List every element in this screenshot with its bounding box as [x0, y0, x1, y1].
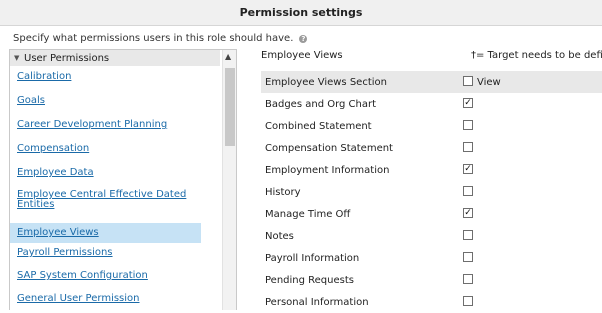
permission-row: Notes — [261, 225, 602, 247]
question-circle-icon[interactable]: ? — [299, 34, 308, 43]
permission-row: Payroll Information — [261, 247, 602, 269]
permission-label: Personal Information — [265, 296, 369, 308]
permission-row: Pending Requests — [261, 269, 602, 291]
scroll-up-icon[interactable]: ▲ — [225, 52, 231, 61]
permission-label: Combined Statement — [265, 120, 372, 132]
permission-row: Badges and Org Chart ✓ — [261, 93, 602, 115]
description-text: Specify what permissions users in this r… — [13, 33, 308, 44]
permission-row: History — [261, 181, 602, 203]
permission-checkbox[interactable] — [463, 252, 473, 262]
section-row: Employee Views Section View — [261, 71, 602, 93]
category-link-career-development-planning[interactable]: Career Development Planning — [10, 120, 208, 134]
user-permissions-header[interactable]: ▼ User Permissions — [10, 50, 220, 66]
checkbox-label-view: View — [477, 77, 501, 88]
permission-checkbox[interactable] — [463, 274, 473, 284]
permission-checkbox[interactable]: ✓ — [463, 98, 473, 108]
scrollbar-thumb[interactable] — [225, 68, 235, 146]
permission-row: Employment Information ✓ — [261, 159, 602, 181]
section-header-employee-views: Employee Views — [261, 50, 343, 61]
permission-label: Notes — [265, 230, 294, 242]
scrollbar[interactable]: ▲ — [222, 50, 236, 310]
permission-row: Personal Information — [261, 291, 602, 313]
permission-row: Compensation Statement — [261, 137, 602, 159]
description-label: Specify what permissions users in this r… — [13, 33, 294, 44]
permission-label: Employee Views Section — [265, 76, 387, 88]
permission-label: Badges and Org Chart — [265, 98, 377, 110]
permission-label: Payroll Information — [265, 252, 360, 264]
permission-checkbox[interactable] — [463, 142, 473, 152]
permission-label: History — [265, 186, 301, 198]
permission-label: Pending Requests — [265, 274, 354, 286]
permission-checkbox[interactable] — [463, 120, 473, 130]
permission-checkbox[interactable] — [463, 230, 473, 240]
user-permissions-label: User Permissions — [24, 52, 110, 64]
category-link-employee-data[interactable]: Employee Data — [10, 168, 208, 182]
category-link-calibration[interactable]: Calibration — [10, 72, 208, 86]
permission-checkbox[interactable] — [463, 296, 473, 306]
category-link-goals[interactable]: Goals — [10, 96, 208, 110]
category-link-employee-central-effective-dated-entities[interactable]: Employee Central Effective Dated Entitie… — [10, 190, 208, 215]
permission-checkbox[interactable]: ✓ — [463, 164, 473, 174]
category-link-sap-system-configuration[interactable]: SAP System Configuration — [10, 271, 208, 285]
target-note: †= Target needs to be define — [471, 50, 602, 61]
permission-label: Compensation Statement — [265, 142, 393, 154]
category-link-general-user-permission[interactable]: General User Permission — [10, 294, 208, 308]
permission-category-panel: ▼ User Permissions Calibration Goals Caree… — [9, 49, 237, 310]
permission-label: Employment Information — [265, 164, 390, 176]
collapse-triangle-icon[interactable]: ▼ — [14, 54, 20, 62]
dialog-title: Permission settings — [0, 0, 602, 26]
permission-row: Manage Time Off ✓ — [261, 203, 602, 225]
permission-checkbox[interactable]: ✓ — [463, 208, 473, 218]
permission-label: Manage Time Off — [265, 208, 351, 220]
permission-row: Combined Statement — [261, 115, 602, 137]
permission-checkbox[interactable] — [463, 186, 473, 196]
category-link-compensation[interactable]: Compensation — [10, 144, 208, 158]
permission-checkbox[interactable] — [463, 76, 473, 86]
category-link-employee-views[interactable]: Employee Views — [10, 223, 201, 243]
category-link-payroll-permissions[interactable]: Payroll Permissions — [10, 248, 208, 262]
